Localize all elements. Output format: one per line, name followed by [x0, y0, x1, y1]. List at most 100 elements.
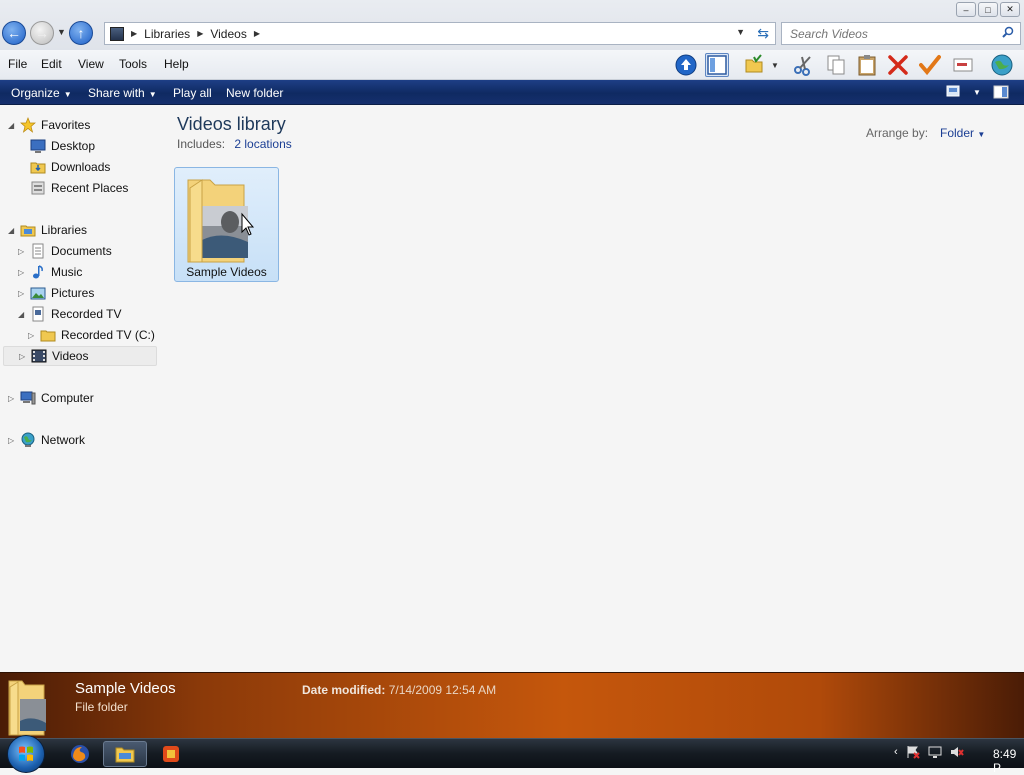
network-status-icon[interactable] — [928, 745, 942, 759]
forward-button[interactable]: → — [30, 21, 54, 45]
collapsed-triangle-icon[interactable]: ▷ — [19, 352, 25, 361]
taskbar-explorer[interactable] — [103, 741, 147, 767]
collapsed-triangle-icon[interactable]: ▷ — [18, 289, 24, 298]
nav-desktop[interactable]: Desktop — [30, 136, 95, 156]
navigation-pane: ◢ Favorites Desktop Downloads Recent Pla… — [0, 106, 165, 672]
search-box[interactable] — [781, 22, 1021, 45]
search-icon[interactable] — [1002, 26, 1014, 38]
start-button[interactable] — [7, 735, 45, 773]
rename-button[interactable] — [951, 53, 975, 77]
volume-muted-icon[interactable] — [950, 745, 964, 759]
taskbar-firefox[interactable] — [58, 741, 102, 767]
nav-downloads-label: Downloads — [51, 160, 111, 174]
action-center-flag-icon[interactable] — [906, 745, 920, 759]
globe-button[interactable] — [990, 53, 1014, 77]
nav-recent-places[interactable]: Recent Places — [30, 178, 128, 198]
nav-desktop-label: Desktop — [51, 139, 96, 153]
copy-button[interactable] — [824, 53, 848, 77]
arrow-up-circle-icon — [675, 54, 697, 76]
folder-options-dropdown[interactable]: ▼ — [768, 53, 782, 77]
expanded-triangle-icon[interactable]: ◢ — [8, 226, 14, 235]
back-button[interactable]: ← — [2, 21, 26, 45]
nav-documents[interactable]: ▷ Documents — [18, 241, 112, 261]
nav-videos[interactable]: ▷ Videos — [3, 346, 157, 366]
close-button[interactable]: ✕ — [1000, 2, 1020, 17]
collapsed-triangle-icon[interactable]: ▷ — [18, 268, 24, 277]
nav-music[interactable]: ▷ Music — [18, 262, 82, 282]
organize-button[interactable]: Organize ▼ — [11, 86, 72, 100]
taskbar: ‹ 8:49 P — [0, 735, 1024, 775]
cut-button[interactable] — [791, 53, 815, 77]
collapsed-triangle-icon[interactable]: ▷ — [8, 394, 14, 403]
menu-tools[interactable]: Tools — [119, 57, 147, 71]
copy-icon — [827, 55, 845, 75]
menu-help[interactable]: Help — [164, 57, 189, 71]
menu-edit[interactable]: Edit — [41, 57, 62, 71]
documents-icon — [32, 243, 44, 259]
recorded-tv-icon — [32, 306, 44, 322]
delete-button[interactable] — [886, 53, 910, 77]
share-with-button[interactable]: Share with ▼ — [88, 86, 157, 100]
taskbar-media-player[interactable] — [149, 741, 193, 767]
view-dropdown[interactable]: ▼ — [973, 88, 981, 97]
nav-recorded-tv-c-label: Recorded TV (C:) — [61, 328, 155, 342]
arrow-left-icon: ← — [7, 25, 21, 41]
nav-recorded-tv-c[interactable]: ▷ Recorded TV (C:) — [28, 325, 155, 345]
folder-thumbnail-icon — [8, 680, 46, 736]
explorer-folder-icon — [115, 747, 135, 763]
nav-favorites-label: Favorites — [41, 118, 91, 132]
show-hidden-icons-button[interactable]: ‹ — [894, 746, 898, 758]
folder-options-button[interactable] — [742, 53, 766, 77]
chevron-right-icon[interactable]: ▶ — [131, 29, 137, 38]
new-folder-button[interactable]: New folder — [226, 86, 283, 100]
nav-favorites[interactable]: ◢ Favorites — [8, 115, 90, 135]
share-with-label: Share with — [88, 86, 145, 100]
details-date-modified: Date modified: 7/14/2009 12:54 AM — [302, 683, 496, 697]
arrange-by-dropdown[interactable]: Folder ▼ — [940, 126, 985, 140]
clock[interactable]: 8:49 P — [993, 747, 1024, 775]
up-button[interactable]: ↑ — [69, 21, 93, 45]
folder-item[interactable]: Sample Videos — [174, 167, 279, 282]
collapsed-triangle-icon[interactable]: ▷ — [28, 331, 34, 340]
expanded-triangle-icon[interactable]: ◢ — [8, 121, 14, 130]
properties-button[interactable] — [918, 53, 942, 77]
history-dropdown-button[interactable]: ▼ — [57, 27, 66, 37]
scissors-icon — [794, 56, 811, 76]
paste-button[interactable] — [855, 53, 879, 77]
menu-view[interactable]: View — [78, 57, 104, 71]
chevron-down-icon: ▼ — [977, 130, 986, 139]
breadcrumb-libraries[interactable]: Libraries — [144, 27, 190, 41]
nav-recorded-tv[interactable]: ◢ Recorded TV — [18, 304, 121, 324]
menu-file[interactable]: File — [8, 57, 27, 71]
collapsed-triangle-icon[interactable]: ▷ — [18, 247, 24, 256]
nav-documents-label: Documents — [51, 244, 112, 258]
nav-network[interactable]: ▷ Network — [8, 430, 85, 450]
breadcrumb-videos[interactable]: Videos — [210, 27, 246, 41]
refresh-icon[interactable]: ⇆ — [757, 25, 769, 42]
play-all-button[interactable]: Play all — [173, 86, 212, 100]
nav-libraries[interactable]: ◢ Libraries — [8, 220, 87, 240]
system-tray: ‹ — [894, 745, 964, 759]
nav-computer[interactable]: ▷ Computer — [8, 388, 94, 408]
nav-downloads[interactable]: Downloads — [30, 157, 110, 177]
collapsed-triangle-icon[interactable]: ▷ — [8, 436, 14, 445]
nav-pictures[interactable]: ▷ Pictures — [18, 283, 94, 303]
nav-pictures-label: Pictures — [51, 286, 95, 300]
panes-button[interactable] — [705, 53, 729, 77]
change-view-button[interactable] — [946, 85, 960, 100]
minimize-button[interactable]: – — [956, 2, 976, 17]
chevron-right-icon[interactable]: ▶ — [197, 29, 203, 38]
folder-check-icon — [745, 54, 763, 73]
locations-link[interactable]: 2 locations — [234, 137, 291, 151]
expanded-triangle-icon[interactable]: ◢ — [18, 310, 24, 319]
clipboard-icon — [858, 55, 876, 76]
up-level-button[interactable] — [674, 53, 698, 77]
search-input[interactable] — [790, 26, 990, 41]
address-dropdown-button[interactable]: ▼ — [736, 27, 745, 37]
address-bar[interactable]: ▶ Libraries ▶ Videos ▶ ▼ ⇆ — [104, 22, 776, 45]
nav-network-label: Network — [41, 433, 86, 447]
preview-pane-button[interactable] — [993, 85, 1009, 102]
maximize-button[interactable]: □ — [978, 2, 998, 17]
chevron-right-icon[interactable]: ▶ — [254, 29, 260, 38]
desktop-icon — [30, 139, 46, 153]
